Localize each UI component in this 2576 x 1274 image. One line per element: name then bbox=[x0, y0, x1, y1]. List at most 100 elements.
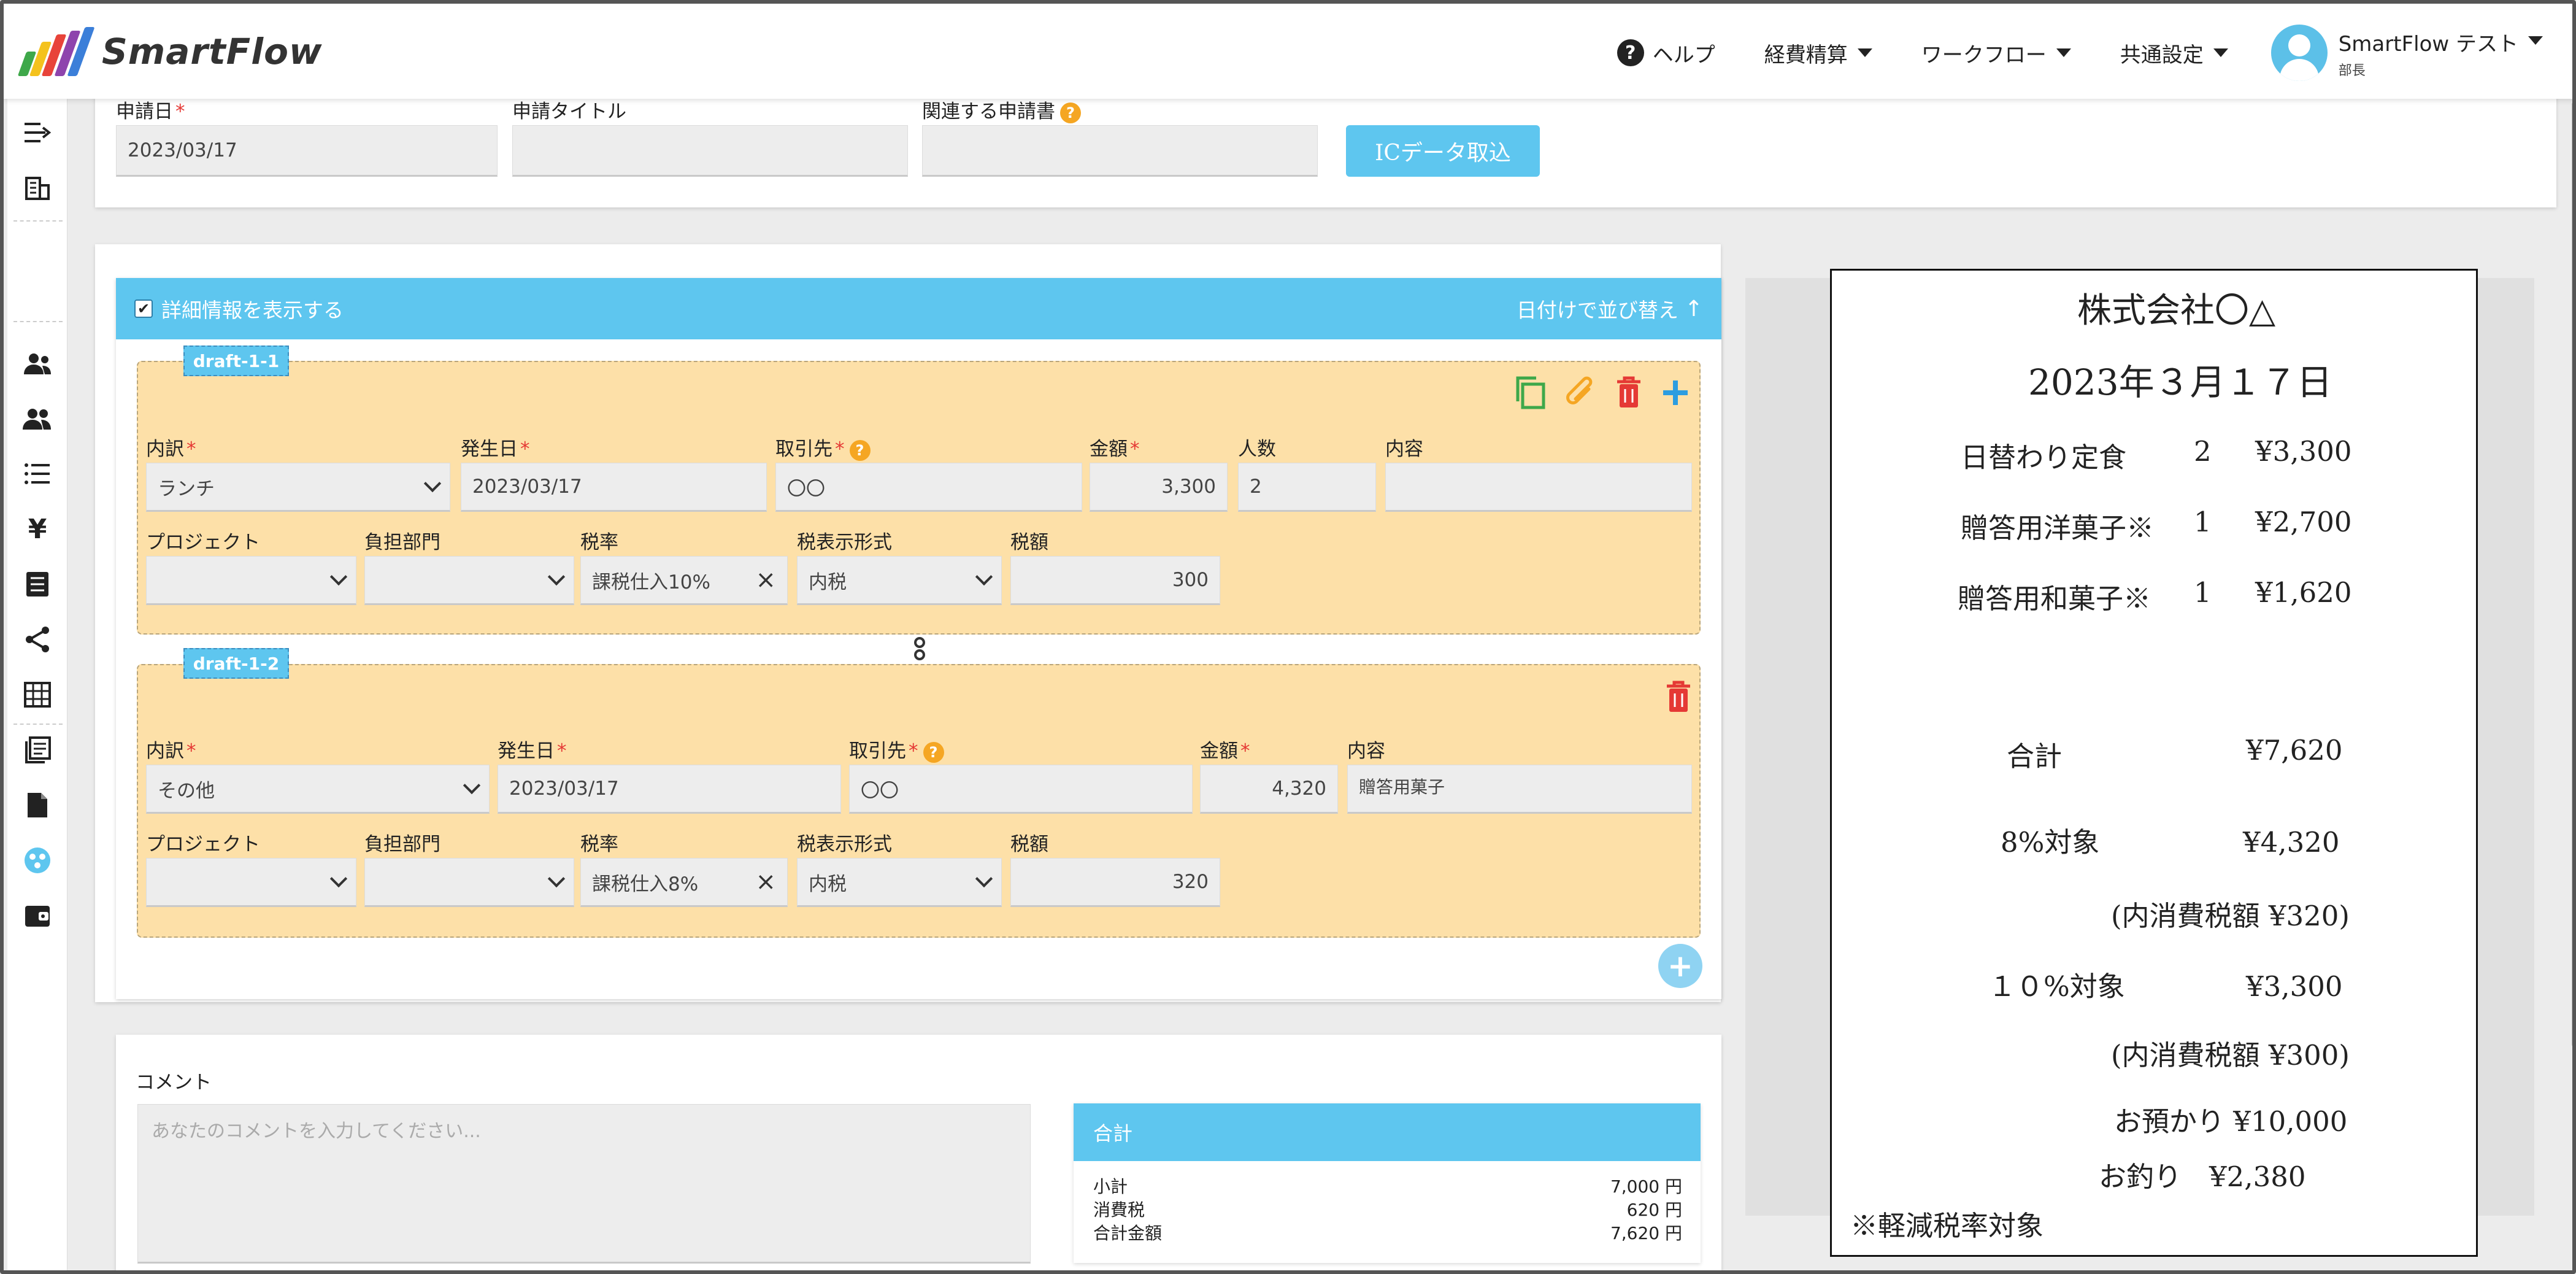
menu-workflow[interactable]: ワークフロー bbox=[1921, 38, 2071, 68]
document-icon[interactable] bbox=[18, 565, 56, 603]
item-2-tax-format-select[interactable]: 内税 bbox=[797, 858, 1002, 907]
receipt-total-value: ¥7,620 bbox=[2246, 734, 2343, 766]
item-2-vendor-label: 取引先 *? bbox=[849, 735, 944, 763]
chevron-down-icon bbox=[423, 474, 442, 493]
item-1-people-label: 人数 bbox=[1238, 438, 1276, 460]
item-1-content-input[interactable] bbox=[1385, 463, 1692, 512]
users-icon[interactable] bbox=[18, 344, 56, 382]
avatar bbox=[2270, 25, 2328, 81]
item-2-date-input[interactable]: 2023/03/17 bbox=[498, 765, 841, 814]
sort-by-date-link[interactable]: 日付けで並び替え ↑ bbox=[1517, 294, 1703, 323]
subtotal-label: 小計 bbox=[1093, 1176, 1128, 1197]
group-icon[interactable] bbox=[18, 400, 56, 438]
item-1-people-input[interactable]: 2 bbox=[1238, 463, 1376, 512]
add-icon[interactable] bbox=[1661, 376, 1690, 410]
item-1-date-input[interactable]: 2023/03/17 bbox=[461, 463, 767, 512]
scrollbar[interactable] bbox=[2572, 102, 2576, 1047]
yen-icon[interactable]: ¥ bbox=[18, 510, 56, 548]
item-2-breakdown-value: その他 bbox=[158, 779, 215, 802]
share-icon[interactable] bbox=[18, 620, 56, 658]
item-2-content-input[interactable]: 贈答用菓子 bbox=[1347, 765, 1692, 814]
receipt-10-value: ¥3,300 bbox=[2246, 970, 2343, 1003]
help-link[interactable]: ? ヘルプ bbox=[1617, 38, 1715, 68]
ic-data-import-button[interactable]: ICデータ取込 bbox=[1346, 125, 1540, 177]
item-1-tax-format-select[interactable]: 内税 bbox=[797, 556, 1002, 605]
receipt-item-price: ¥2,700 bbox=[2255, 506, 2352, 538]
application-date-input[interactable]: 2023/03/17 bbox=[116, 125, 498, 177]
item-2-project-label: プロジェクト bbox=[146, 833, 260, 855]
item-1-dept-select[interactable] bbox=[364, 556, 574, 605]
menu-common-settings[interactable]: 共通設定 bbox=[2120, 38, 2228, 68]
grand-total-label: 合計金額 bbox=[1093, 1223, 1163, 1243]
item-2-amount-input[interactable]: 4,320 bbox=[1200, 765, 1338, 814]
item-2-dept-select[interactable] bbox=[364, 858, 574, 907]
collapse-icon[interactable] bbox=[18, 114, 56, 152]
table-icon[interactable] bbox=[18, 676, 56, 714]
chevron-down-icon bbox=[2528, 36, 2543, 45]
item-1-breakdown-label: 内訳 * bbox=[146, 438, 196, 460]
comment-textarea[interactable]: あなたのコメントを入力してください... bbox=[137, 1104, 1031, 1264]
wallet-icon[interactable] bbox=[18, 897, 56, 935]
attachment-icon[interactable] bbox=[1564, 376, 1596, 410]
receipt-8-value: ¥4,320 bbox=[2243, 826, 2340, 859]
app-logo[interactable]: SmartFlow bbox=[17, 27, 323, 76]
item-2-tax-input[interactable]: 320 bbox=[1010, 858, 1220, 907]
show-detail-checkbox[interactable]: ✔ bbox=[134, 299, 153, 318]
receipt-total-label: 合計 bbox=[2007, 740, 2063, 773]
link-icon[interactable] bbox=[911, 636, 928, 662]
dashboard-icon[interactable] bbox=[18, 841, 56, 879]
menu-expense[interactable]: 経費精算 bbox=[1764, 38, 1872, 68]
help-icon: ? bbox=[1617, 39, 1644, 66]
item-2-breakdown-label: 内訳 * bbox=[146, 740, 196, 762]
plus-icon: + bbox=[1667, 948, 1693, 984]
top-header: SmartFlow ? ヘルプ 経費精算 ワークフロー 共通設定 SmartFl… bbox=[4, 4, 2572, 99]
building-icon[interactable] bbox=[18, 169, 56, 207]
receipt-10-tax: (内消費税額 ¥300) bbox=[2111, 1039, 2350, 1071]
application-title-input[interactable] bbox=[512, 125, 908, 177]
sort-by-date-label: 日付けで並び替え bbox=[1516, 298, 1678, 322]
comment-label: コメント bbox=[136, 1071, 212, 1094]
clear-icon[interactable]: × bbox=[755, 868, 776, 896]
item-2-project-select[interactable] bbox=[146, 858, 356, 907]
item-1-breakdown-value: ランチ bbox=[158, 477, 215, 500]
chevron-down-icon bbox=[547, 568, 566, 586]
file-icon[interactable] bbox=[18, 786, 56, 824]
chevron-down-icon bbox=[975, 568, 993, 586]
chevron-down-icon bbox=[547, 870, 566, 888]
receipt-date: 2023年３月１７日 bbox=[2028, 361, 2332, 403]
item-1-actions bbox=[1514, 376, 1690, 410]
item-2-dept-label: 負担部門 bbox=[364, 833, 440, 855]
receipt-company: 株式会社〇△ bbox=[2077, 291, 2276, 331]
chevron-down-icon bbox=[329, 870, 348, 888]
copy-icon[interactable] bbox=[1514, 376, 1546, 410]
question-icon[interactable]: ? bbox=[849, 439, 871, 461]
item-1-project-select[interactable] bbox=[146, 556, 356, 605]
item-1-amount-input[interactable]: 3,300 bbox=[1090, 463, 1228, 512]
item-1-vendor-input[interactable]: 〇〇 bbox=[775, 463, 1082, 512]
question-icon[interactable]: ? bbox=[1060, 102, 1081, 123]
related-application-input[interactable] bbox=[922, 125, 1318, 177]
chevron-down-icon bbox=[2056, 48, 2071, 57]
delete-icon[interactable] bbox=[1615, 376, 1643, 410]
item-2-content-label: 内容 bbox=[1347, 740, 1385, 762]
item-2-breakdown-select[interactable]: その他 bbox=[146, 765, 490, 814]
user-menu[interactable]: SmartFlow テスト 部長 bbox=[2270, 25, 2543, 81]
help-label: ヘルプ bbox=[1652, 42, 1715, 68]
question-icon[interactable]: ? bbox=[923, 741, 944, 763]
app-name: SmartFlow bbox=[102, 31, 323, 72]
list-icon[interactable] bbox=[18, 455, 56, 493]
clear-icon[interactable]: × bbox=[755, 566, 776, 594]
chevron-down-icon bbox=[975, 870, 993, 888]
item-2-vendor-input[interactable]: 〇〇 bbox=[849, 765, 1193, 814]
receipt-item-qty: 1 bbox=[2194, 576, 2212, 609]
total-header: 合計 bbox=[1074, 1103, 1701, 1161]
add-item-button[interactable]: + bbox=[1658, 944, 1702, 988]
item-1-breakdown-select[interactable]: ランチ bbox=[146, 463, 450, 512]
item-1-tax-input[interactable]: 300 bbox=[1010, 556, 1220, 605]
book-icon[interactable] bbox=[18, 731, 56, 769]
delete-icon[interactable] bbox=[1664, 680, 1693, 714]
item-1-tax-rate-select[interactable]: 課税仕入10% × bbox=[580, 556, 788, 605]
item-2-tax-rate-select[interactable]: 課税仕入8% × bbox=[580, 858, 788, 907]
item-2-tax-format-value: 内税 bbox=[809, 873, 847, 895]
subtotal-row: 小計 7,000 円 bbox=[1093, 1173, 1682, 1198]
